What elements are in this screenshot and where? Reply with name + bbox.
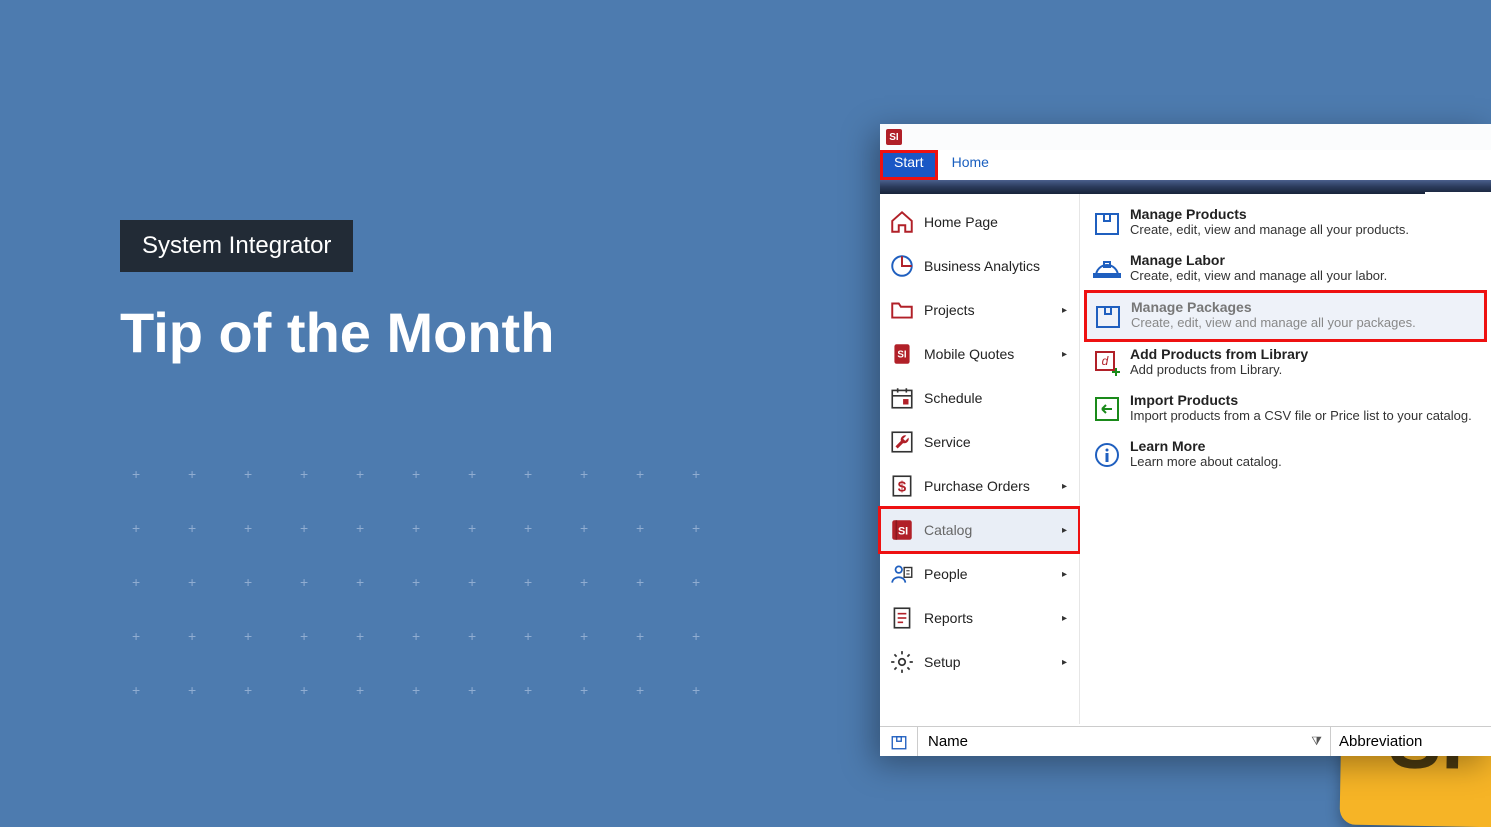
- svg-text:SI: SI: [898, 525, 908, 537]
- hero-title-block: System Integrator Tip of the Month: [120, 220, 554, 365]
- window-titlebar: SI: [880, 124, 1491, 150]
- submenu-manage-packages[interactable]: Manage Packages Create, edit, view and m…: [1086, 292, 1485, 340]
- wrench-icon: [888, 428, 916, 456]
- table-header-row: Name ⧩ Abbreviation: [880, 726, 1491, 756]
- calendar-icon: [888, 384, 916, 412]
- folder-icon: [888, 296, 916, 324]
- chevron-right-icon: ▸: [1062, 481, 1067, 492]
- si-logo-icon: SI: [886, 129, 902, 145]
- catalog-submenu: Manage Products Create, edit, view and m…: [1080, 194, 1491, 724]
- nav-item-setup[interactable]: Setup ▸: [880, 640, 1079, 684]
- pie-chart-icon: [888, 252, 916, 280]
- nav-label: Business Analytics: [924, 258, 1071, 274]
- nav-label: Catalog: [924, 522, 1062, 538]
- submenu-desc: Learn more about catalog.: [1130, 454, 1282, 471]
- home-icon: [888, 208, 916, 236]
- nav-item-reports[interactable]: Reports ▸: [880, 596, 1079, 640]
- nav-label: Service: [924, 434, 1071, 450]
- table-header-abbreviation[interactable]: Abbreviation: [1331, 727, 1491, 756]
- chevron-right-icon: ▸: [1062, 305, 1067, 316]
- nav-item-purchase-orders[interactable]: $ Purchase Orders ▸: [880, 464, 1079, 508]
- nav-item-mobile-quotes[interactable]: SI Mobile Quotes ▸: [880, 332, 1079, 376]
- mobile-quotes-icon: SI: [888, 340, 916, 368]
- submenu-desc: Add products from Library.: [1130, 362, 1308, 379]
- svg-text:$: $: [898, 478, 907, 495]
- nav-label: People: [924, 566, 1062, 582]
- nav-label: Mobile Quotes: [924, 346, 1062, 362]
- chevron-right-icon: ▸: [1062, 657, 1067, 668]
- ribbon-tabs: Start Home: [880, 150, 1491, 180]
- submenu-title: Learn More: [1130, 438, 1282, 454]
- nav-item-business-analytics[interactable]: Business Analytics: [880, 244, 1079, 288]
- ribbon-tab-start[interactable]: Start: [880, 150, 938, 180]
- box-icon: [1090, 206, 1124, 240]
- table-header-abbr-label: Abbreviation: [1339, 733, 1422, 750]
- gear-icon: [888, 648, 916, 676]
- nav-item-schedule[interactable]: Schedule: [880, 376, 1079, 420]
- ribbon-gradient-bar: [880, 180, 1491, 194]
- submenu-title: Manage Labor: [1130, 252, 1387, 268]
- submenu-desc: Import products from a CSV file or Price…: [1130, 408, 1472, 425]
- chevron-right-icon: ▸: [1062, 525, 1067, 536]
- submenu-desc: Create, edit, view and manage all your p…: [1130, 222, 1409, 239]
- svg-text:d: d: [1102, 354, 1109, 368]
- submenu-learn-more[interactable]: Learn More Learn more about catalog.: [1086, 432, 1485, 478]
- nav-label: Home Page: [924, 214, 1071, 230]
- nav-item-home-page[interactable]: Home Page: [880, 200, 1079, 244]
- nav-item-catalog[interactable]: SI Catalog ▸: [880, 508, 1079, 552]
- dollar-icon: $: [888, 472, 916, 500]
- nav-label: Schedule: [924, 390, 1071, 406]
- reports-icon: [888, 604, 916, 632]
- nav-item-people[interactable]: People ▸: [880, 552, 1079, 596]
- nav-label: Setup: [924, 654, 1062, 670]
- submenu-add-from-library[interactable]: d Add Products from Library Add products…: [1086, 340, 1485, 386]
- nav-label: Reports: [924, 610, 1062, 626]
- window-body: Home Page Business Analytics Projects ▸ …: [880, 194, 1491, 724]
- svg-text:SI: SI: [897, 349, 907, 360]
- table-header-name[interactable]: Name ⧩: [918, 727, 1331, 756]
- hero-badge: System Integrator: [120, 220, 353, 272]
- chevron-right-icon: ▸: [1062, 349, 1067, 360]
- submenu-import-products[interactable]: Import Products Import products from a C…: [1086, 386, 1485, 432]
- submenu-title: Manage Products: [1130, 206, 1409, 222]
- people-icon: [888, 560, 916, 588]
- info-icon: [1090, 438, 1124, 472]
- submenu-title: Manage Packages: [1131, 299, 1416, 315]
- submenu-title: Add Products from Library: [1130, 346, 1308, 362]
- submenu-desc: Create, edit, view and manage all your l…: [1130, 268, 1387, 285]
- table-header-name-label: Name: [928, 733, 968, 750]
- decorative-plus-grid: +++++++++++ +++++++++++ +++++++++++ ++++…: [132, 466, 700, 736]
- catalog-icon: SI: [888, 516, 916, 544]
- nav-label: Projects: [924, 302, 1062, 318]
- library-add-icon: d: [1090, 346, 1124, 380]
- filter-icon[interactable]: ⧩: [1311, 734, 1322, 749]
- chevron-right-icon: ▸: [1062, 613, 1067, 624]
- submenu-title: Import Products: [1130, 392, 1472, 408]
- app-window: SI Start Home Refresh Home Page Busi: [880, 124, 1491, 756]
- submenu-manage-labor[interactable]: Manage Labor Create, edit, view and mana…: [1086, 246, 1485, 292]
- package-icon: [1091, 299, 1125, 333]
- nav-item-service[interactable]: Service: [880, 420, 1079, 464]
- submenu-desc: Create, edit, view and manage all your p…: [1131, 315, 1416, 332]
- hardhat-icon: [1090, 252, 1124, 286]
- nav-label: Purchase Orders: [924, 478, 1062, 494]
- nav-menu: Home Page Business Analytics Projects ▸ …: [880, 194, 1080, 724]
- import-icon: [1090, 392, 1124, 426]
- hero-headline: Tip of the Month: [120, 300, 554, 365]
- chevron-right-icon: ▸: [1062, 569, 1067, 580]
- table-header-icon-cell[interactable]: [880, 727, 918, 756]
- ribbon-tab-home[interactable]: Home: [938, 150, 1003, 180]
- submenu-manage-products[interactable]: Manage Products Create, edit, view and m…: [1086, 200, 1485, 246]
- nav-item-projects[interactable]: Projects ▸: [880, 288, 1079, 332]
